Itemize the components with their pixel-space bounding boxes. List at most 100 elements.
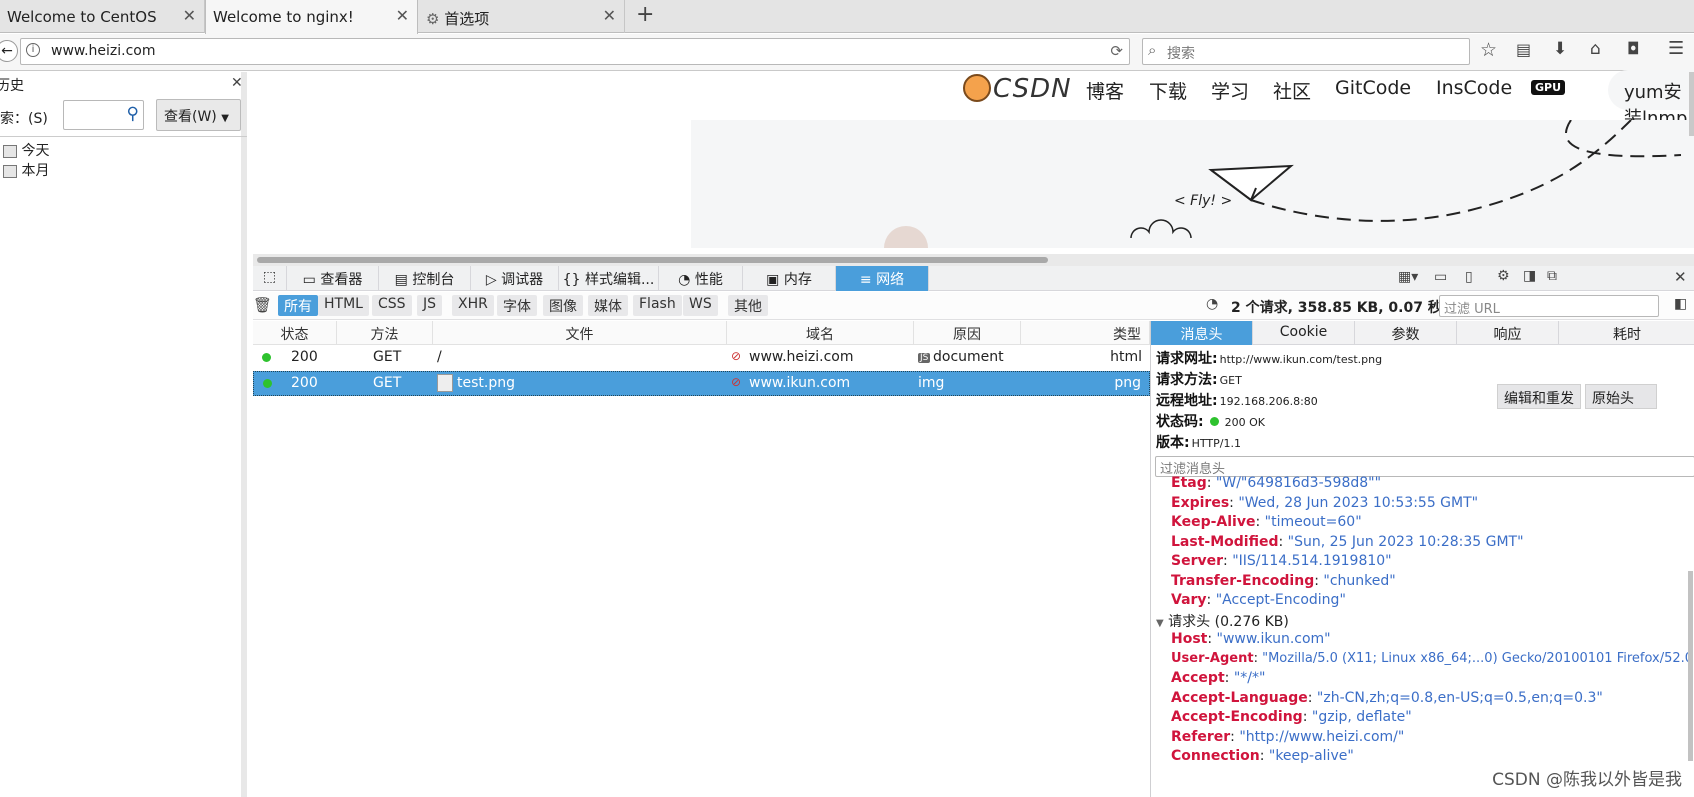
tab-close-icon[interactable]: ✕ <box>183 6 196 25</box>
field-value: 200 OK <box>1224 416 1265 429</box>
filter-ws[interactable]: WS <box>683 295 718 316</box>
nav-learn[interactable]: 学习 <box>1211 77 1249 104</box>
header-accept-encoding: Accept-Encoding: "gzip, deflate" <box>1171 709 1412 725</box>
tab-preferences[interactable]: ⚙ 首选项 ✕ <box>418 0 625 33</box>
field-label: 请求网址: <box>1156 351 1218 367</box>
scroll-thumb[interactable] <box>257 257 1048 263</box>
details-tabs: 消息头 Cookie 参数 响应 耗时 <box>1151 321 1694 345</box>
page-scrollbar[interactable] <box>1689 72 1694 136</box>
undock-icon[interactable]: ⧉ <box>1547 268 1557 284</box>
header-value: "gzip, deflate" <box>1311 709 1412 725</box>
filter-fonts[interactable]: 字体 <box>497 295 537 316</box>
tab-close-icon[interactable]: ✕ <box>603 6 616 25</box>
tree-item-month[interactable]: 本月 <box>3 160 49 180</box>
col-method[interactable]: 方法 <box>337 321 433 345</box>
nav-inscode[interactable]: InsCode <box>1436 77 1512 99</box>
tab-console[interactable]: ▤ 控制台 <box>379 266 471 291</box>
tree-item-today[interactable]: 今天 <box>3 140 49 160</box>
filter-other[interactable]: 其他 <box>728 295 768 316</box>
header-key: Vary <box>1171 592 1207 608</box>
library-icon[interactable]: ▤ <box>1516 40 1531 59</box>
filter-images[interactable]: 图像 <box>543 295 583 316</box>
row-type: png <box>1114 375 1141 391</box>
edit-resend-button[interactable]: 编辑和重发 <box>1497 384 1581 409</box>
filter-xhr[interactable]: XHR <box>452 295 494 316</box>
filter-css[interactable]: CSS <box>372 295 412 316</box>
split-console-icon[interactable]: ▭ <box>1434 269 1447 285</box>
header-key: Server <box>1171 553 1224 569</box>
tab-memory[interactable]: ▣ 内存 <box>743 266 836 291</box>
filter-url-input[interactable]: 过滤 URL <box>1439 295 1659 317</box>
network-icon: ≡ <box>859 272 872 288</box>
search-input[interactable]: ⌕ 搜索 <box>1142 38 1470 65</box>
tab-label: 查看器 <box>320 272 363 288</box>
request-headers-section[interactable]: ▼ 请求头 (0.276 KB) <box>1156 611 1289 631</box>
picker-icon[interactable]: ⬚ <box>253 266 287 291</box>
filter-media[interactable]: 媒体 <box>588 295 628 316</box>
tab-params[interactable]: 参数 <box>1355 321 1457 345</box>
filter-all[interactable]: 所有 <box>278 295 318 316</box>
layout-icon[interactable]: ▦▾ <box>1398 269 1418 285</box>
header-last-modified: Last-Modified: "Sun, 25 Jun 2023 10:28:3… <box>1171 534 1524 550</box>
toggle-details-icon[interactable]: ◧ <box>1674 296 1687 312</box>
tab-debugger[interactable]: ▷ 调试器 <box>471 266 559 291</box>
dock-side-icon[interactable]: ◨ <box>1523 268 1536 284</box>
gpu-badge: GPU <box>1531 80 1566 95</box>
col-domain[interactable]: 域名 <box>727 321 914 345</box>
pocket-icon[interactable]: ◘ <box>1627 39 1640 58</box>
nav-blog[interactable]: 博客 <box>1086 77 1124 104</box>
tab-response[interactable]: 响应 <box>1457 321 1559 345</box>
page-viewport: CSDN 博客 下载 学习 社区 GitCode InsCode GPU yum… <box>253 70 1694 265</box>
tab-nginx[interactable]: Welcome to nginx! ✕ <box>205 0 418 34</box>
details-scrollbar[interactable] <box>1688 571 1693 761</box>
tab-headers[interactable]: 消息头 <box>1151 321 1253 345</box>
filter-js[interactable]: JS <box>417 295 443 316</box>
tab-inspector[interactable]: ▭ 查看器 <box>287 266 379 291</box>
row-method: GET <box>373 375 402 391</box>
csdn-logo[interactable]: CSDN <box>993 74 1072 104</box>
close-sidebar-icon[interactable]: ✕ <box>231 75 243 91</box>
tab-network[interactable]: ≡ 网络 <box>836 266 929 291</box>
filter-headers-input[interactable]: 过滤消息头 <box>1155 456 1694 477</box>
menu-icon[interactable]: ☰ <box>1668 38 1684 59</box>
horizontal-scrollbar[interactable] <box>253 254 1694 266</box>
table-row[interactable]: 200 GET / ⊘ www.heizi.com JS document ht… <box>253 345 1150 370</box>
responsive-icon[interactable]: ▯ <box>1465 269 1473 285</box>
field-value: GET <box>1219 374 1242 387</box>
tab-style-editor[interactable]: {} 样式编辑... <box>559 266 659 291</box>
tab-timings[interactable]: 耗时 <box>1559 321 1694 345</box>
filter-flash[interactable]: Flash <box>633 295 682 316</box>
table-row-selected[interactable]: 200 GET test.png ⊘ www.ikun.com img png <box>253 371 1150 396</box>
performance-analysis-icon[interactable]: ◔ <box>1206 296 1218 312</box>
nav-community[interactable]: 社区 <box>1273 77 1311 104</box>
close-devtools-icon[interactable]: ✕ <box>1674 268 1687 286</box>
tab-centos[interactable]: Welcome to CentOS ✕ <box>0 0 205 33</box>
tab-close-icon[interactable]: ✕ <box>396 6 409 25</box>
url-bar[interactable]: i www.heizi.com ⟳ <box>20 38 1130 65</box>
nav-gitcode[interactable]: GitCode <box>1335 77 1411 99</box>
tab-label: 样式编辑... <box>584 272 655 288</box>
header-key: Connection <box>1171 748 1260 764</box>
trash-icon[interactable]: 🗑 <box>253 296 272 314</box>
home-icon[interactable]: ⌂ <box>1590 39 1601 59</box>
new-tab-button[interactable]: + <box>636 2 654 27</box>
download-icon[interactable]: ⬇ <box>1553 39 1567 59</box>
col-status[interactable]: 状态 <box>253 321 337 345</box>
tab-performance[interactable]: ◔ 性能 <box>659 266 743 291</box>
tab-cookies[interactable]: Cookie <box>1253 321 1355 345</box>
bookmark-star-icon[interactable]: ☆ <box>1480 39 1497 61</box>
tab-bar: Welcome to CentOS ✕ Welcome to nginx! ✕ … <box>0 0 1694 34</box>
header-value: "www.ikun.com" <box>1216 631 1331 647</box>
history-search-input[interactable]: ⚲ <box>63 100 144 130</box>
settings-gear-icon[interactable]: ⚙ <box>1497 268 1510 284</box>
nav-download[interactable]: 下载 <box>1149 77 1187 104</box>
view-button[interactable]: 查看(W) ▼ <box>156 99 241 131</box>
raw-headers-button[interactable]: 原始头 <box>1585 384 1657 409</box>
col-file[interactable]: 文件 <box>433 321 727 345</box>
col-cause[interactable]: 原因 <box>914 321 1021 345</box>
filter-html[interactable]: HTML <box>318 295 369 316</box>
reload-icon[interactable]: ⟳ <box>1110 42 1123 60</box>
back-button[interactable]: ← <box>0 40 18 62</box>
col-type[interactable]: 类型 <box>1021 321 1150 345</box>
info-icon[interactable]: i <box>26 43 40 57</box>
